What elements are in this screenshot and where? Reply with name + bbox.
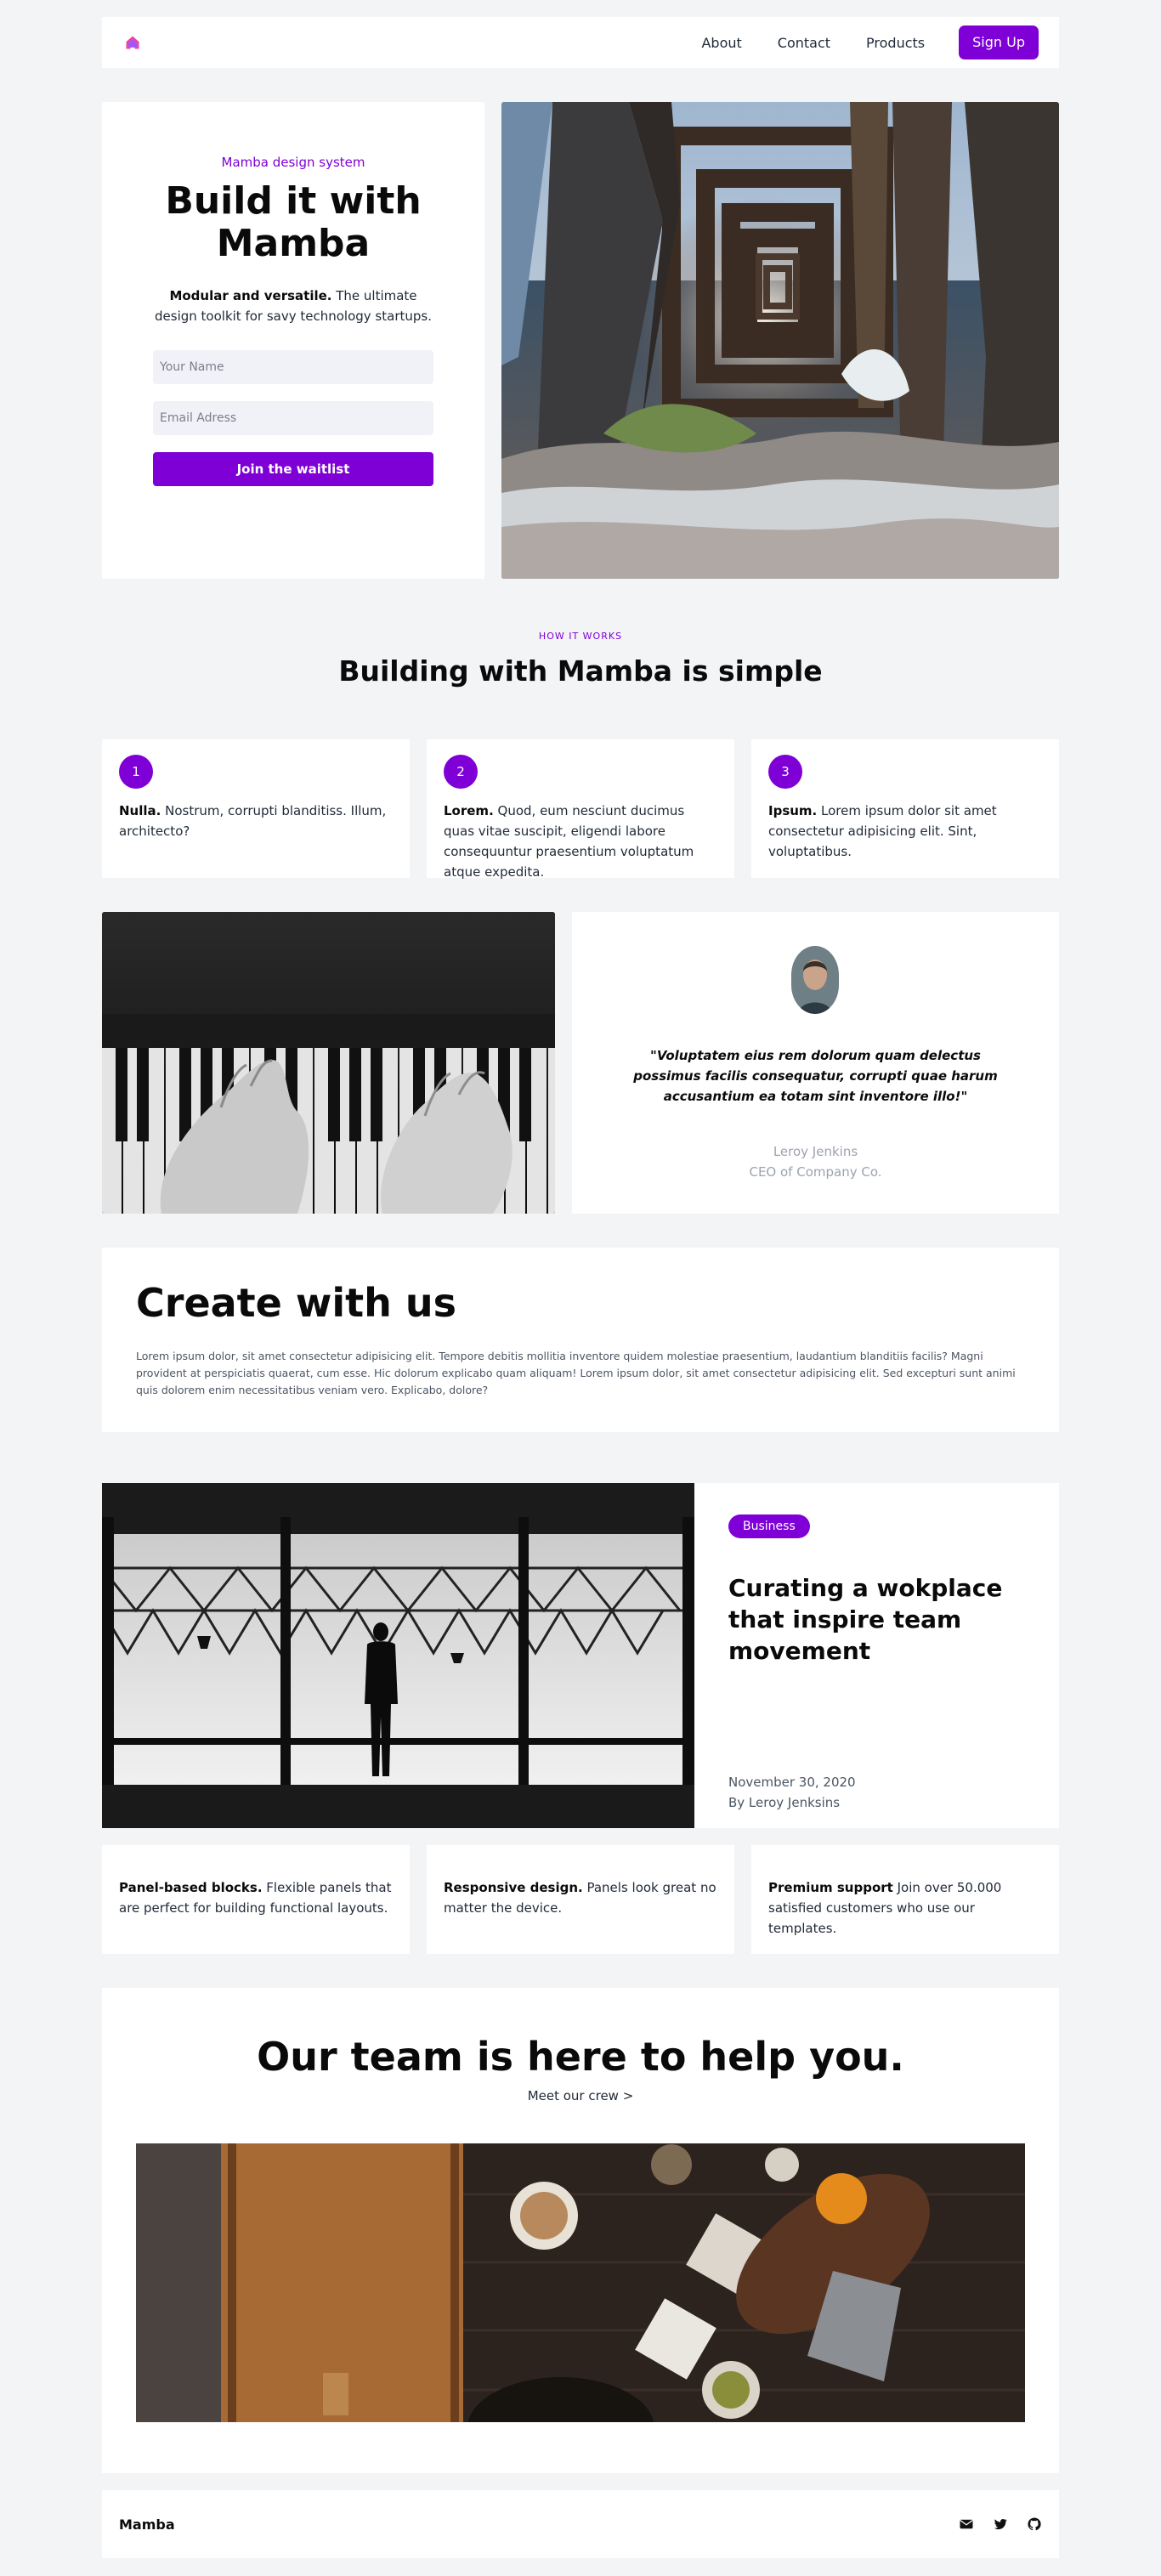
footer-brand[interactable]: Mamba (119, 2517, 175, 2533)
create-title: Create with us (136, 1280, 457, 1326)
hero-card: Mamba design system Build it with Mamba M… (102, 102, 484, 579)
footer: Mamba (102, 2490, 1059, 2558)
testimonial-quote: "Voluptatem eius rem dolorum quam delect… (633, 1048, 998, 1104)
create-body: Lorem ipsum dolor, sit amet consectetur … (136, 1350, 1016, 1396)
footer-icons (959, 2517, 1042, 2532)
hero-eyebrow: Mamba design system (221, 155, 365, 170)
name-input[interactable] (153, 350, 433, 384)
nav-link-contact[interactable]: Contact (778, 35, 830, 51)
article-title[interactable]: Curating a wokplace that inspire team mo… (728, 1572, 1025, 1667)
article-author: By Leroy Jenksins (728, 1795, 841, 1810)
testimonial-card: "Voluptatem eius rem dolorum quam delect… (572, 912, 1059, 1214)
feature-bold: Premium support (768, 1880, 893, 1895)
author-role: CEO of Company Co. (749, 1164, 882, 1180)
step-card: 1 Nulla. Nostrum, corrupti blanditiss. I… (102, 739, 410, 878)
step-text: Lorem. Quod, eum nesciunt ducimus quas v… (444, 801, 717, 882)
pier-underside-photo (501, 102, 1059, 579)
sign-up-button[interactable]: Sign Up (959, 25, 1039, 59)
step-card: 3 Ipsum. Lorem ipsum dolor sit amet cons… (751, 739, 1059, 878)
hangar-silhouette-photo (102, 1483, 694, 1828)
feature-card: Premium support Join over 50.000 satisfi… (751, 1845, 1059, 1954)
article-meta: November 30, 2020 By Leroy Jenksins (728, 1772, 856, 1813)
nav-links: About Contact Products Sign Up (665, 25, 1039, 59)
kitchen-table-photo (136, 2143, 1025, 2422)
feature-text: Responsive design. Panels look great no … (444, 1877, 717, 1918)
top-navbar: About Contact Products Sign Up (102, 17, 1059, 68)
step-card: 2 Lorem. Quod, eum nesciunt ducimus quas… (427, 739, 734, 880)
step-text: Nulla. Nostrum, corrupti blanditiss. Ill… (119, 801, 393, 841)
article-card[interactable]: Business Curating a wokplace that inspir… (694, 1483, 1059, 1828)
nav-link-products[interactable]: Products (866, 35, 925, 51)
step-number: 3 (768, 755, 802, 789)
how-eyebrow: HOW IT WORKS (538, 631, 623, 642)
testimonial-author: Leroy Jenkins CEO of Company Co. (572, 1141, 1059, 1182)
team-section: Our team is here to help you. Meet our c… (102, 1988, 1059, 2473)
create-section: Create with us Lorem ipsum dolor, sit am… (102, 1248, 1059, 1432)
mail-icon[interactable] (959, 2517, 974, 2532)
step-number: 2 (444, 755, 478, 789)
article-date: November 30, 2020 (728, 1775, 856, 1790)
feature-card: Responsive design. Panels look great no … (427, 1845, 734, 1954)
team-title: Our team is here to help you. (257, 2034, 904, 2080)
step-number: 1 (119, 755, 153, 789)
piano-hands-photo (102, 912, 555, 1214)
feature-bold: Panel-based blocks. (119, 1880, 263, 1895)
github-icon[interactable] (1027, 2517, 1042, 2532)
hero-subtitle-bold: Modular and versatile. (169, 288, 332, 303)
feature-text: Panel-based blocks. Flexible panels that… (119, 1877, 393, 1918)
email-input[interactable] (153, 401, 433, 435)
join-waitlist-button[interactable]: Join the waitlist (153, 452, 433, 486)
how-title: Building with Mamba is simple (338, 654, 823, 688)
step-text: Ipsum. Lorem ipsum dolor sit amet consec… (768, 801, 1042, 862)
hero-title: Build it with Mamba (165, 179, 422, 265)
feature-card: Panel-based blocks. Flexible panels that… (102, 1845, 410, 1954)
author-name: Leroy Jenkins (773, 1144, 858, 1159)
avatar (791, 946, 839, 1014)
step-bold: Ipsum. (768, 803, 818, 818)
meet-crew-link[interactable]: Meet our crew > (102, 2088, 1059, 2103)
step-bold: Nulla. (119, 803, 161, 818)
feature-text: Premium support Join over 50.000 satisfi… (768, 1877, 1042, 1939)
hero-subtitle: Modular and versatile. The ultimate desi… (153, 286, 433, 326)
twitter-icon[interactable] (993, 2517, 1008, 2532)
category-badge[interactable]: Business (728, 1514, 810, 1538)
step-bold: Lorem. (444, 803, 494, 818)
home-icon[interactable] (124, 34, 141, 51)
feature-bold: Responsive design. (444, 1880, 583, 1895)
nav-link-about[interactable]: About (701, 35, 741, 51)
